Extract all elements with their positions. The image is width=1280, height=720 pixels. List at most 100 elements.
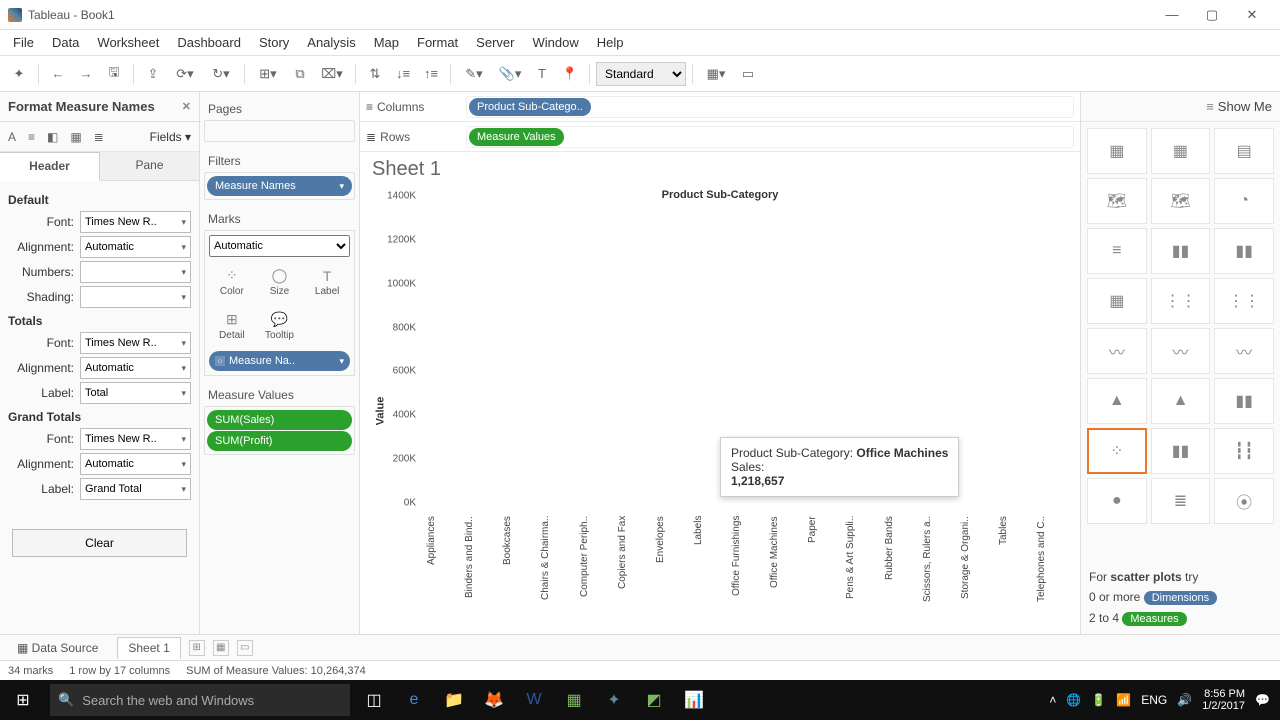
show-me-chart-type[interactable]: 〰	[1087, 328, 1147, 374]
show-me-chart-type[interactable]: ▮▮	[1151, 228, 1211, 274]
menu-file[interactable]: File	[4, 31, 43, 54]
show-me-chart-type[interactable]: ▮▮	[1214, 228, 1274, 274]
tray-battery-icon[interactable]: 🔋	[1091, 693, 1106, 707]
app-icon-2[interactable]: ◩	[634, 680, 674, 720]
close-button[interactable]: ✕	[1232, 1, 1272, 29]
sort-desc-button[interactable]: ↑≡	[418, 61, 444, 87]
maximize-button[interactable]: ▢	[1192, 1, 1232, 29]
format-shading-icon[interactable]: ◧	[47, 130, 58, 144]
show-me-chart-type[interactable]: ┇┇	[1214, 428, 1274, 474]
show-me-chart-type[interactable]: ⦿	[1214, 478, 1274, 524]
new-dashboard-tab[interactable]: ▦	[213, 640, 229, 656]
forward-button[interactable]: →	[73, 61, 99, 87]
pause-button[interactable]: ↻▾	[204, 61, 238, 87]
grand-alignment-select[interactable]: Automatic	[80, 453, 191, 475]
tray-locale-icon[interactable]: ENG	[1141, 693, 1167, 707]
menu-map[interactable]: Map	[365, 31, 408, 54]
filter-pill-measure-names[interactable]: Measure Names▾	[207, 176, 352, 196]
show-me-chart-type[interactable]: ▲	[1151, 378, 1211, 424]
back-button[interactable]: ←	[45, 61, 71, 87]
mv-pill-profit[interactable]: SUM(Profit)	[207, 431, 352, 451]
cards-button[interactable]: ▦▾	[699, 61, 733, 87]
pin-button[interactable]: 📍	[557, 61, 583, 87]
show-me-chart-type[interactable]: 〰	[1151, 328, 1211, 374]
format-tab-header[interactable]: Header	[0, 152, 100, 181]
sheet1-tab[interactable]: Sheet 1	[117, 637, 180, 659]
rows-pill[interactable]: Measure Values	[469, 128, 564, 146]
taskbar-clock[interactable]: 8:56 PM 1/2/2017	[1202, 688, 1245, 712]
format-tab-pane[interactable]: Pane	[100, 152, 199, 180]
refresh-button[interactable]: ⟳▾	[168, 61, 202, 87]
new-datasource-button[interactable]: ⇪	[140, 61, 166, 87]
word-icon[interactable]: W	[514, 680, 554, 720]
app-icon-1[interactable]: ▦	[554, 680, 594, 720]
mark-tooltip-button[interactable]: 💬Tooltip	[257, 305, 303, 347]
show-me-chart-type[interactable]: ⋮⋮	[1151, 278, 1211, 324]
show-me-chart-type[interactable]: ▦	[1087, 128, 1147, 174]
tray-network-icon[interactable]: 🌐	[1066, 693, 1081, 707]
close-format-pane-button[interactable]: ✕	[182, 100, 191, 113]
swap-button[interactable]: ⇅	[362, 61, 388, 87]
format-font-icon[interactable]: A	[8, 130, 16, 144]
format-align-icon[interactable]: ≡	[28, 130, 35, 144]
menu-server[interactable]: Server	[467, 31, 523, 54]
default-alignment-select[interactable]: Automatic	[80, 236, 191, 258]
explorer-icon[interactable]: 📁	[434, 680, 474, 720]
mark-size-button[interactable]: ◯Size	[257, 261, 303, 303]
show-me-chart-type[interactable]: ▮▮	[1151, 428, 1211, 474]
show-me-chart-type[interactable]: ▦	[1151, 128, 1211, 174]
firefox-icon[interactable]: 🦊	[474, 680, 514, 720]
show-me-chart-type[interactable]: ▲	[1087, 378, 1147, 424]
show-me-chart-type[interactable]: ≡	[1087, 228, 1147, 274]
show-me-chart-type[interactable]: ⋮⋮	[1214, 278, 1274, 324]
chart[interactable]: Product Sub-Category Value 0K200K400K600…	[360, 187, 1080, 634]
taskbar-search[interactable]: 🔍 Search the web and Windows	[50, 684, 350, 716]
presentation-button[interactable]: ▭	[735, 61, 761, 87]
totals-label-select[interactable]: Total	[80, 382, 191, 404]
mv-pill-sales[interactable]: SUM(Sales)	[207, 410, 352, 430]
edge-icon[interactable]: e	[394, 680, 434, 720]
menu-format[interactable]: Format	[408, 31, 467, 54]
start-button[interactable]: ⊞	[0, 680, 46, 720]
show-me-chart-type[interactable]: ⁘	[1087, 428, 1147, 474]
show-me-chart-type[interactable]: 🗺	[1087, 178, 1147, 224]
tray-volume-icon[interactable]: 🔊	[1177, 693, 1192, 707]
show-me-chart-type[interactable]: ◔	[1214, 178, 1274, 224]
tray-wifi-icon[interactable]: 📶	[1116, 693, 1131, 707]
group-button[interactable]: 📎▾	[493, 61, 527, 87]
default-font-select[interactable]: Times New R..	[80, 211, 191, 233]
menu-data[interactable]: Data	[43, 31, 88, 54]
mark-type-select[interactable]: Automatic	[209, 235, 350, 257]
menu-dashboard[interactable]: Dashboard	[168, 31, 250, 54]
show-me-chart-type[interactable]: ▤	[1214, 128, 1274, 174]
mark-detail-button[interactable]: ⊞Detail	[209, 305, 255, 347]
data-source-tab[interactable]: ▦ Data Source	[6, 637, 109, 659]
mark-label-button[interactable]: TLabel	[304, 261, 350, 303]
fields-dropdown[interactable]: Fields ▾	[150, 130, 191, 144]
menu-analysis[interactable]: Analysis	[298, 31, 364, 54]
clear-button[interactable]: ⌧▾	[315, 61, 349, 87]
menu-worksheet[interactable]: Worksheet	[88, 31, 168, 54]
tableau-icon[interactable]: ✦	[6, 61, 32, 87]
show-me-chart-type[interactable]: ≣	[1151, 478, 1211, 524]
new-worksheet-button[interactable]: ⊞▾	[251, 61, 285, 87]
show-me-chart-type[interactable]: ●	[1087, 478, 1147, 524]
grand-font-select[interactable]: Times New R..	[80, 428, 191, 450]
measure-values-shelf[interactable]: SUM(Sales) SUM(Profit)	[204, 406, 355, 455]
save-button[interactable]: 🖫	[101, 61, 127, 87]
rows-shelf[interactable]: Measure Values	[466, 126, 1074, 148]
totals-alignment-select[interactable]: Automatic	[80, 357, 191, 379]
filters-shelf[interactable]: Measure Names▾	[204, 172, 355, 200]
show-me-button[interactable]: ≡Show Me	[1081, 92, 1280, 122]
default-shading-select[interactable]	[80, 286, 191, 308]
app-icon-3[interactable]: 📊	[674, 680, 714, 720]
task-view-icon[interactable]: ◫	[354, 680, 394, 720]
label-button[interactable]: T	[529, 61, 555, 87]
highlight-button[interactable]: ✎▾	[457, 61, 491, 87]
show-me-chart-type[interactable]: ▦	[1087, 278, 1147, 324]
default-numbers-select[interactable]	[80, 261, 191, 283]
menu-help[interactable]: Help	[588, 31, 633, 54]
sort-asc-button[interactable]: ↓≡	[390, 61, 416, 87]
format-lines-icon[interactable]: ≣	[94, 130, 104, 144]
mark-color-pill[interactable]: ⁘Measure Na..▾	[209, 351, 350, 371]
